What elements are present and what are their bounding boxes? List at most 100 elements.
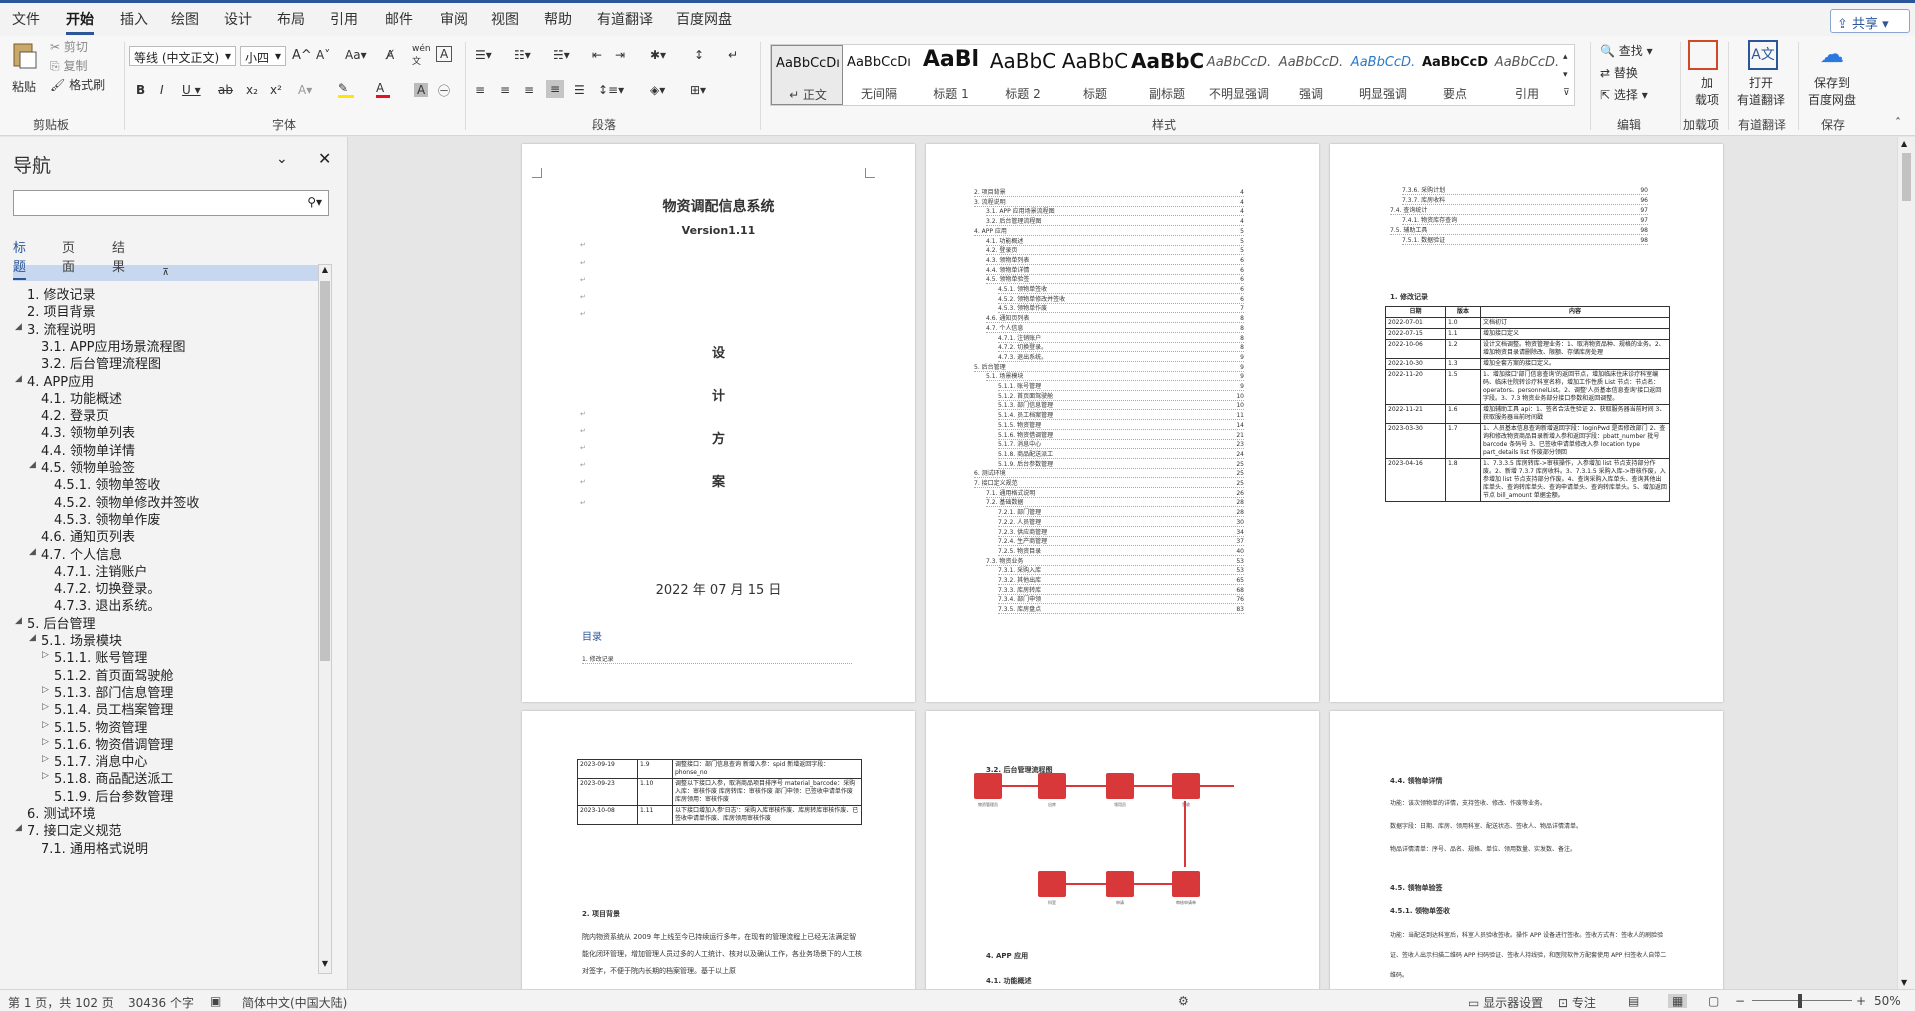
toc-line[interactable]: 4.7.2. 切换登录。 8 [998,343,1244,353]
paste-label[interactable]: 粘贴 [12,78,36,95]
grow-font-button[interactable]: A^ [292,48,312,63]
menu-tab-11[interactable]: 有道翻译 [597,9,653,29]
menu-tab-1[interactable]: 开始 [66,9,94,35]
toc-line[interactable]: 7.3.1. 采购入库 53 [998,566,1244,576]
menu-tab-8[interactable]: 审阅 [440,9,468,29]
page-5[interactable]: 3.2. 后台管理流程图 物资管理员 出库 领用员 签收 审核申请单 申请 科室 4. AP… [926,711,1319,1001]
share-button[interactable]: ⇪ 共享 ▾ [1830,9,1910,33]
copy-button[interactable]: ⎘ 复制 [50,57,87,74]
toc-line[interactable]: 5.1.2. 首页面驾驶舱 10 [998,392,1244,401]
collapse-arrow-icon[interactable]: ◢ [15,823,22,833]
style-item-4[interactable]: AaBbC 标题 [1059,45,1131,105]
toc-line[interactable]: 5.1.6. 物资借调管理 21 [998,431,1244,440]
toc-line[interactable]: 7.3.7. 库房收料 96 [1402,196,1648,205]
focus-mode[interactable]: ⊡ 专注 [1558,994,1596,1011]
toc-line[interactable]: 5.1.7. 消息中心 23 [998,440,1244,450]
toc-line[interactable]: 5.1.3. 部门信息管理 10 [998,401,1244,411]
toc-line[interactable]: 4. APP 应用 5 [974,227,1244,236]
select-button[interactable]: ⇱ 选择 ▾ [1600,86,1648,103]
toc-line[interactable]: 5.1. 场景模块 9 [986,372,1244,382]
style-item-6[interactable]: AaBbCcD. 不明显强调 [1203,45,1275,105]
display-settings[interactable]: ▭ 显示器设置 [1468,994,1543,1011]
align-right-button[interactable]: ≡ [524,83,534,97]
menu-tab-3[interactable]: 绘图 [171,9,199,29]
find-button[interactable]: 🔍 查找 ▾ [1600,42,1653,59]
toc-line[interactable]: 7.4. 查询统计 97 [1390,206,1648,215]
italic-button[interactable]: I [160,83,164,97]
cloud-icon[interactable]: ☁ [1820,40,1844,68]
toc-line[interactable]: 4.2. 登录页 5 [986,246,1244,256]
clear-format-icon[interactable]: A̸ [386,48,394,62]
toc-line[interactable]: 7.3.5. 库房盘点 83 [998,605,1244,615]
nav-search-input[interactable]: ⚲▾ [13,190,329,216]
shading-button[interactable]: ◈▾ [650,83,665,97]
toc-line[interactable]: 7.4.1. 物资库存查询 97 [1402,216,1648,225]
toc-line[interactable]: 5.1.9. 后台参数管理 25 [998,460,1244,469]
print-layout-icon[interactable]: ▦ [1668,994,1688,1008]
toc-line[interactable]: 3. 流程说明 4 [974,198,1244,207]
font-color-button[interactable]: A [376,81,390,98]
nav-scrollbar[interactable]: ▲ ▼ [318,264,332,974]
toc-line[interactable]: 7.2.1. 部门管理 28 [998,508,1244,518]
enclose-char-button[interactable]: ㊀ [438,82,450,99]
expand-arrow-icon[interactable]: ▷ [42,650,49,660]
toc-line[interactable]: 4.4. 领物单详情 6 [986,266,1244,275]
style-item-5[interactable]: AaBbC 副标题 [1131,45,1203,105]
language[interactable]: 简体中文(中国大陆) [242,994,347,1011]
page-2[interactable]: 2. 项目背景 4 3. 流程说明 4 3.1. APP 应用场景流程图 4 3.2. 后台… [926,144,1319,702]
align-center-button[interactable]: ≡ [500,83,510,97]
style-item-7[interactable]: AaBbCcD. 强调 [1275,45,1347,105]
text-effects-button[interactable]: A▾ [298,83,312,97]
translate-icon[interactable]: A文 [1748,40,1778,70]
expand-arrow-icon[interactable]: ▷ [42,771,49,781]
toc-line[interactable]: 7.5. 辅助工具 98 [1390,226,1648,235]
expand-arrow-icon[interactable]: ▷ [42,685,49,695]
toc-line[interactable]: 7.1. 通用格式说明 26 [986,489,1244,498]
distribute-button[interactable]: ☰ [574,83,585,97]
toc-line[interactable]: 4.5.2. 领物单修改并签收 6 [998,295,1244,304]
toc-line[interactable]: 7.3.3. 库房转库 68 [998,586,1244,595]
paste-button[interactable] [10,40,42,80]
toc-line[interactable]: 4.7.3. 退出系统。 9 [998,353,1244,362]
style-item-3[interactable]: AaBbC 标题 2 [987,45,1059,105]
collapse-arrow-icon[interactable]: ◢ [15,616,22,626]
shrink-font-button[interactable]: A˅ [316,48,330,62]
toc-line[interactable]: 7. 接口定义规范 25 [974,479,1244,488]
toc-line[interactable]: 7.2. 基础数据 28 [986,498,1244,508]
numbering-button[interactable]: ☷▾ [514,48,531,62]
menu-tab-5[interactable]: 布局 [277,9,305,29]
menu-tab-9[interactable]: 视图 [491,9,519,29]
toc-line[interactable]: 4.7. 个人信息 8 [986,324,1244,333]
open-youdao-button[interactable]: 打开 有道翻译 [1737,74,1785,108]
expand-arrow-icon[interactable]: ▷ [42,702,49,712]
style-item-8[interactable]: AaBbCcD. 明显强调 [1347,45,1419,105]
font-name-select[interactable]: 等线 (中文正文) ▾ [129,46,236,66]
superscript-button[interactable]: x² [270,83,282,97]
expand-arrow-icon[interactable]: ▷ [42,737,49,747]
zoom-slider[interactable] [1752,1000,1852,1001]
change-case-button[interactable]: Aa▾ [345,48,367,62]
phonetic-guide-button[interactable]: wén 文 [412,44,431,67]
toc-line[interactable]: 3.2. 后台管理流程图 4 [986,217,1244,227]
toc-line[interactable]: 4.7.1. 注销账户 8 [998,334,1244,343]
close-icon[interactable]: ✕ [318,149,331,168]
zoom-in-button[interactable]: + [1856,994,1866,1008]
nav-tab-1[interactable]: 页面 [62,237,75,275]
toc-line[interactable]: 7.3.4. 部门申领 76 [998,595,1244,605]
addins-button[interactable]: 加 载项 [1695,74,1719,108]
underline-button[interactable]: U ▾ [182,83,201,97]
format-painter-button[interactable]: 🖌 格式刷 [50,76,105,93]
toc-line[interactable]: 7.5.1. 数据验证 98 [1402,236,1648,245]
addins-icon[interactable] [1688,40,1718,70]
toc-line[interactable]: 6. 测试环境 25 [974,469,1244,479]
menu-tab-10[interactable]: 帮助 [544,9,572,29]
read-mode-icon[interactable]: ▤ [1628,994,1639,1008]
toc-line[interactable]: 3.1. APP 应用场景流程图 4 [986,207,1244,217]
borders-button[interactable]: ⊞▾ [690,83,706,97]
page-1[interactable]: 物资调配信息系统 Version1.11 设计方案 2022 年 07 月 15… [522,144,915,702]
menu-tab-7[interactable]: 邮件 [385,9,413,29]
style-item-0[interactable]: AaBbCcDı ↵ 正文 [771,45,843,105]
toc-line[interactable]: 4.5.1. 领物单签收 6 [998,285,1244,294]
search-icon[interactable]: ⚲▾ [307,195,322,209]
zoom-level[interactable]: 50% [1874,994,1901,1008]
